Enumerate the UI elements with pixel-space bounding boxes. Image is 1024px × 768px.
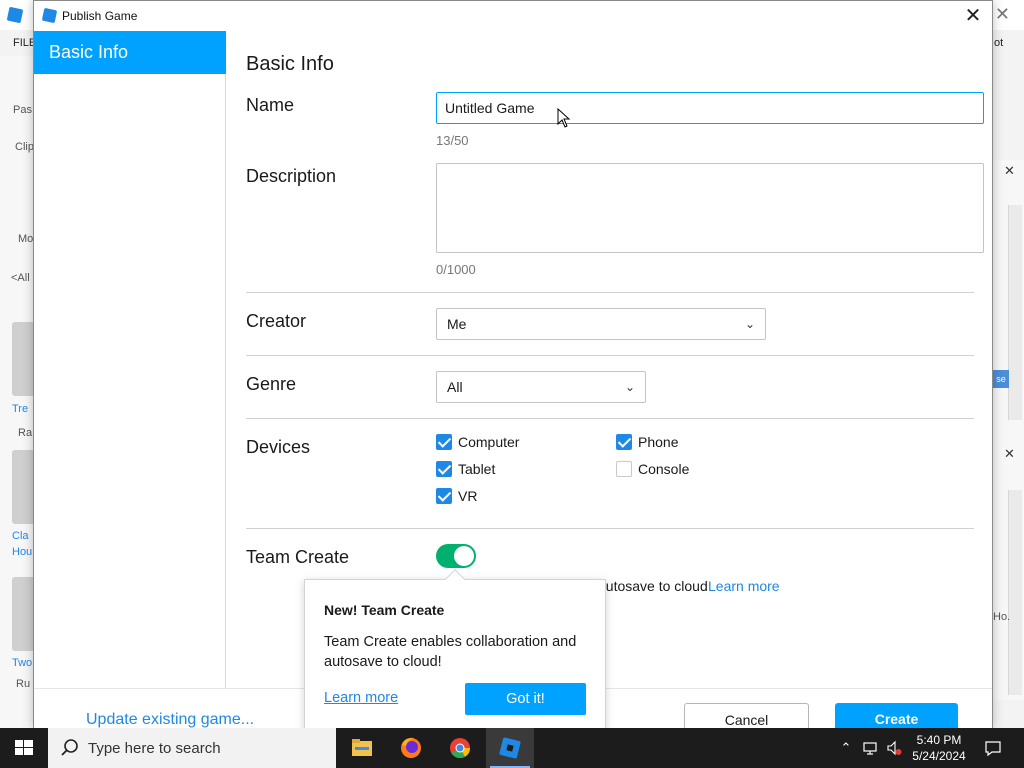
sidebar-item-basic-info[interactable]: Basic Info bbox=[34, 31, 226, 74]
got-it-button[interactable]: Got it! bbox=[465, 683, 586, 715]
background-text: Pas bbox=[13, 104, 32, 116]
taskbar: Type here to search ⌃ 5:40 PM 5/24/2024 bbox=[0, 728, 1024, 768]
name-counter: 13/50 bbox=[436, 133, 469, 148]
background-text: Tre bbox=[12, 403, 29, 415]
panel-close-icon[interactable]: ✕ bbox=[1004, 163, 1015, 179]
volume-muted-icon[interactable] bbox=[886, 740, 902, 756]
team-create-popover: New! Team Create Team Create enables col… bbox=[304, 569, 606, 731]
background-thumbnail bbox=[12, 322, 33, 396]
team-create-label: Team Create bbox=[246, 547, 350, 567]
background-text: Hou bbox=[12, 546, 33, 558]
device-label: Phone bbox=[638, 434, 679, 450]
background-text: Ho. bbox=[993, 611, 1011, 623]
background-text: Clip bbox=[15, 141, 34, 153]
device-label: VR bbox=[458, 488, 478, 504]
checkbox-checked-icon bbox=[436, 434, 452, 450]
description-label: Description bbox=[246, 166, 337, 186]
chevron-down-icon: ⌄ bbox=[744, 317, 755, 331]
background-text: Two bbox=[12, 657, 33, 669]
chevron-down-icon: ⌄ bbox=[624, 380, 635, 394]
close-icon[interactable]: ✕ bbox=[960, 3, 986, 29]
device-checkbox-computer[interactable]: Computer bbox=[436, 434, 536, 452]
divider bbox=[246, 292, 974, 293]
network-icon[interactable] bbox=[862, 740, 878, 756]
panel-close-icon[interactable]: ✕ bbox=[1004, 446, 1015, 462]
roblox-studio-logo-icon bbox=[41, 7, 58, 24]
description-counter: 0/1000 bbox=[436, 262, 476, 277]
team-create-learn-more-link[interactable]: Learn more bbox=[708, 578, 780, 594]
roblox-studio-logo-icon bbox=[6, 6, 24, 24]
checkbox-unchecked-icon bbox=[616, 461, 632, 477]
device-checkbox-phone[interactable]: Phone bbox=[616, 434, 706, 452]
background-tag: se bbox=[993, 370, 1009, 388]
section-title: Basic Info bbox=[246, 53, 334, 75]
name-input[interactable] bbox=[436, 92, 984, 124]
background-thumbnail bbox=[12, 450, 33, 524]
notification-icon[interactable] bbox=[983, 738, 1003, 758]
description-field[interactable] bbox=[436, 163, 984, 253]
dialog-sidebar: Basic Info bbox=[34, 31, 226, 688]
background-text: Mo bbox=[18, 233, 34, 245]
background-text: <All bbox=[11, 272, 30, 284]
dialog-title: Publish Game bbox=[62, 9, 138, 23]
devices-label: Devices bbox=[246, 437, 311, 457]
genre-dropdown[interactable]: All ⌄ bbox=[436, 371, 646, 403]
checkbox-checked-icon bbox=[616, 434, 632, 450]
taskbar-search-input[interactable]: Type here to search bbox=[48, 728, 336, 768]
clock-date: 5/24/2024 bbox=[912, 749, 966, 763]
background-menu-right[interactable]: ot bbox=[994, 37, 1003, 49]
device-checkbox-console[interactable]: Console bbox=[616, 461, 706, 479]
name-label: Name bbox=[246, 95, 295, 115]
toggle-knob bbox=[454, 546, 474, 566]
team-create-description: autosave to cloud bbox=[598, 578, 708, 594]
firefox-icon[interactable] bbox=[387, 728, 435, 768]
genre-selected: All bbox=[447, 379, 463, 395]
popover-title: New! Team Create bbox=[324, 602, 445, 618]
popover-body: Team Create enables collaboration and au… bbox=[324, 634, 577, 670]
divider bbox=[246, 355, 974, 356]
device-label: Tablet bbox=[458, 461, 496, 477]
background-scrollbar[interactable] bbox=[1008, 490, 1022, 695]
search-placeholder: Type here to search bbox=[88, 740, 221, 757]
popover-learn-more-link[interactable]: Learn more bbox=[324, 690, 398, 706]
creator-selected: Me bbox=[447, 316, 467, 332]
divider bbox=[246, 418, 974, 419]
creator-label: Creator bbox=[246, 311, 307, 331]
divider bbox=[246, 528, 974, 529]
background-text: Cla bbox=[12, 530, 29, 542]
update-existing-game-link[interactable]: Update existing game... bbox=[86, 711, 254, 729]
genre-label: Genre bbox=[246, 374, 297, 394]
checkbox-checked-icon bbox=[436, 488, 452, 504]
checkbox-checked-icon bbox=[436, 461, 452, 477]
windows-start-icon[interactable] bbox=[0, 728, 48, 768]
creator-dropdown[interactable]: Me ⌄ bbox=[436, 308, 766, 340]
device-label: Console bbox=[638, 461, 690, 477]
background-scrollbar[interactable] bbox=[1008, 205, 1022, 420]
file-explorer-icon[interactable] bbox=[338, 728, 386, 768]
background-text: Ra bbox=[18, 427, 33, 439]
background-thumbnail bbox=[12, 577, 33, 651]
device-checkbox-tablet[interactable]: Tablet bbox=[436, 461, 526, 479]
device-label: Computer bbox=[458, 434, 520, 450]
dialog-titlebar: Publish Game ✕ bbox=[34, 1, 992, 31]
team-create-toggle[interactable] bbox=[436, 544, 476, 568]
clock-time: 5:40 PM bbox=[916, 733, 962, 747]
chevron-up-icon[interactable]: ⌃ bbox=[838, 740, 854, 756]
device-checkbox-vr[interactable]: VR bbox=[436, 488, 506, 506]
chrome-icon[interactable] bbox=[436, 728, 484, 768]
background-close-icon[interactable]: ✕ bbox=[995, 4, 1010, 25]
mouse-cursor-icon bbox=[557, 108, 571, 128]
search-icon bbox=[61, 739, 78, 756]
background-text: Ru bbox=[16, 678, 31, 690]
taskbar-clock[interactable]: 5:40 PM 5/24/2024 bbox=[906, 732, 972, 764]
roblox-studio-taskbar-icon[interactable] bbox=[486, 728, 534, 768]
